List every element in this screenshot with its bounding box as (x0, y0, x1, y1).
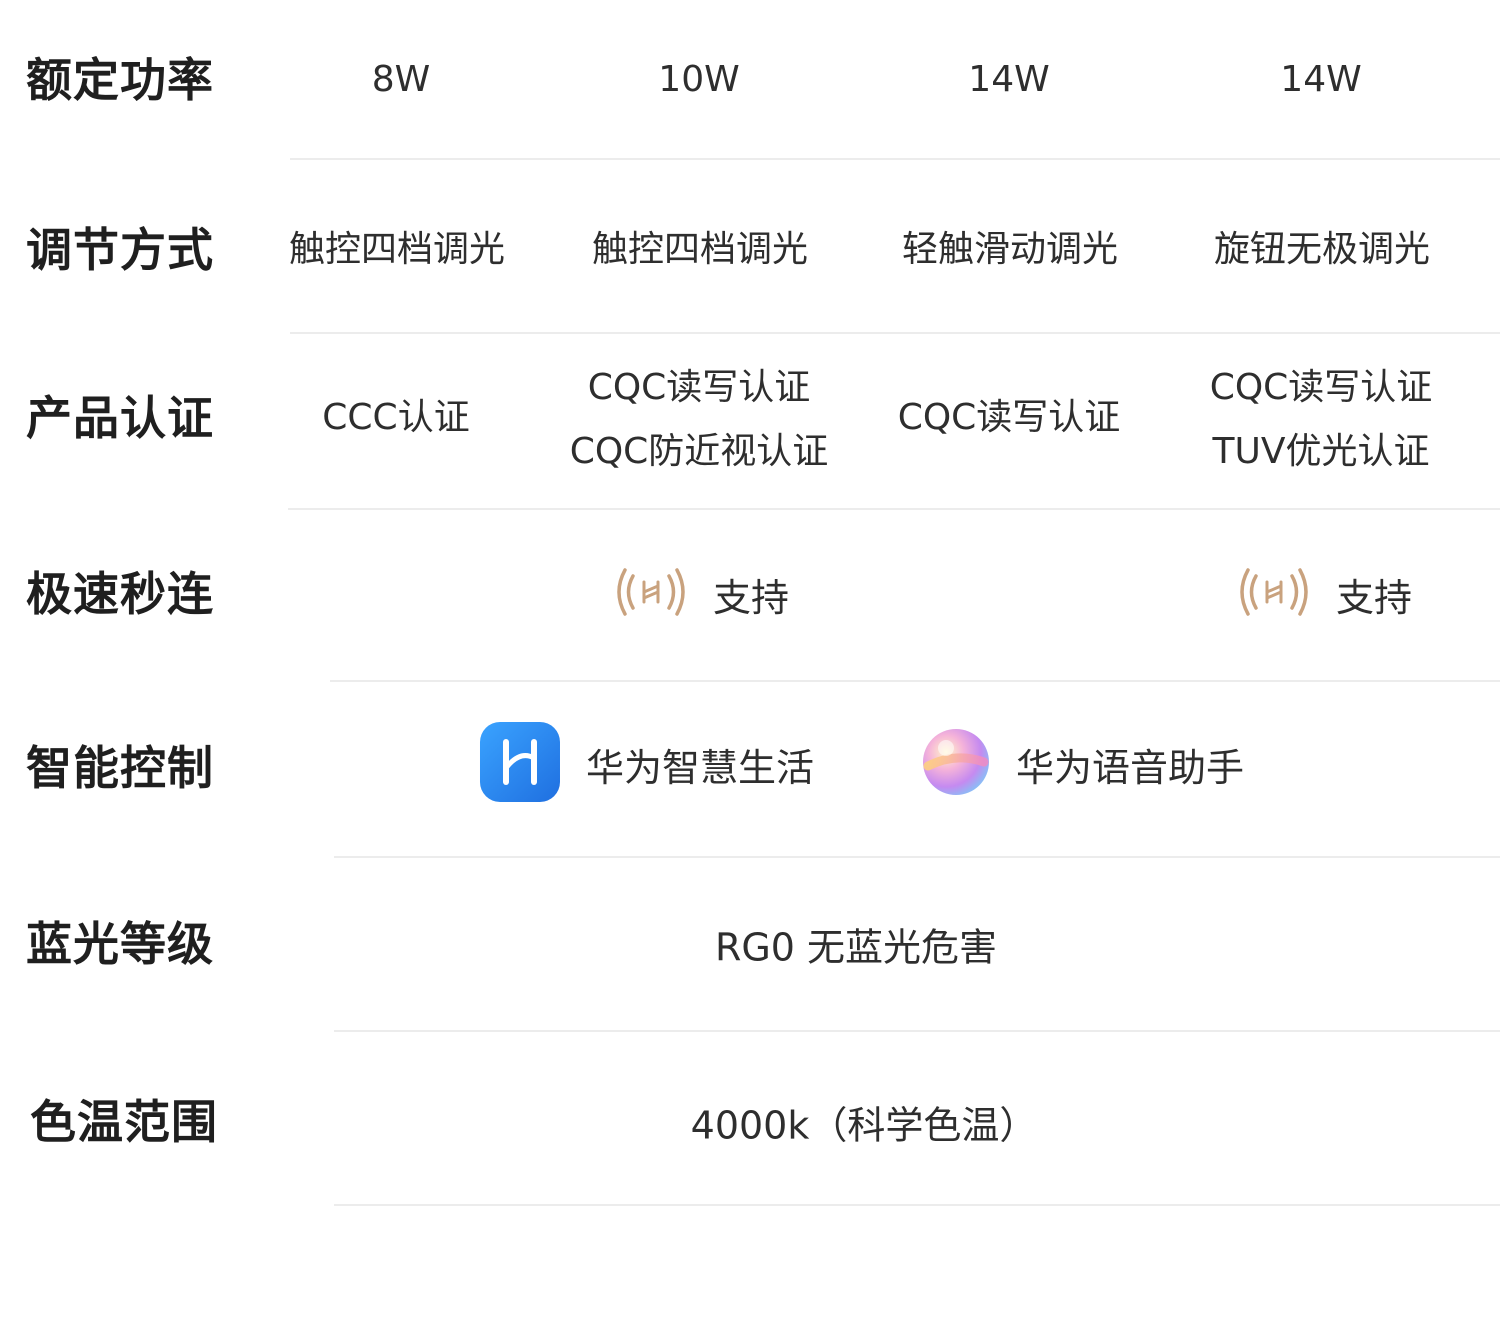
power-value-col4: 14W (1280, 59, 1362, 100)
row-divider (334, 856, 1500, 858)
row-label-smart-control: 智能控制 (26, 741, 214, 795)
huawei-ai-life-app-icon (478, 720, 562, 808)
certification-value-col1: CCC认证 (246, 386, 546, 450)
power-value-col3: 14W (968, 59, 1050, 100)
row-label-fast-connect: 极速秒连 (26, 567, 214, 621)
certification-line: CQC读写认证 (587, 367, 811, 408)
certification-value-col2: CQC读写认证 CQC防近视认证 (549, 356, 849, 484)
huawei-voice-assistant-icon (920, 726, 992, 802)
dimming-value-col1: 触控四档调光 (288, 229, 505, 270)
harmony-connect-icon (1234, 564, 1314, 624)
row-label-certification: 产品认证 (26, 391, 214, 445)
row-label-power: 额定功率 (26, 53, 214, 107)
row-label-dimming: 调节方式 (26, 223, 214, 277)
smart-control-app-voice-assistant: 华为语音助手 (920, 726, 1244, 802)
fast-connect-support-col2: 支持 (611, 564, 789, 624)
support-text: 支持 (712, 575, 790, 620)
harmony-connect-icon (611, 564, 691, 624)
certification-value-col3: CQC读写认证 (859, 386, 1159, 450)
fast-connect-support-col4: 支持 (1234, 564, 1412, 624)
certification-value-col4: CQC读写认证 TUV优光认证 (1171, 356, 1471, 484)
blue-light-value: RG0 无蓝光危害 (714, 925, 998, 970)
certification-line: CCC认证 (322, 397, 470, 438)
certification-line: CQC读写认证 (1209, 367, 1433, 408)
app-name-ai-life: 华为智慧生活 (585, 745, 815, 790)
dimming-value-col3: 轻触滑动调光 (901, 229, 1118, 270)
row-divider (334, 1030, 1500, 1032)
row-divider (288, 508, 1500, 510)
power-value-col2: 10W (658, 59, 740, 100)
support-text: 支持 (1335, 575, 1413, 620)
row-divider (290, 158, 1500, 160)
row-divider (334, 1204, 1500, 1206)
row-divider (290, 332, 1500, 334)
row-divider (330, 680, 1500, 682)
row-label-blue-light: 蓝光等级 (26, 917, 214, 971)
smart-control-app-ai-life: 华为智慧生活 (478, 720, 814, 808)
certification-line: CQC防近视认证 (569, 431, 829, 472)
dimming-value-col4: 旋钮无极调光 (1213, 229, 1430, 270)
row-label-color-temp: 色温范围 (30, 1095, 218, 1149)
certification-line: TUV优光认证 (1212, 431, 1430, 472)
color-temp-value: 4000k（科学色温） (690, 1103, 1038, 1148)
power-value-col1: 8W (371, 59, 431, 100)
dimming-value-col2: 触控四档调光 (591, 229, 808, 270)
certification-line: CQC读写认证 (897, 397, 1121, 438)
app-name-voice-assistant: 华为语音助手 (1015, 745, 1245, 790)
